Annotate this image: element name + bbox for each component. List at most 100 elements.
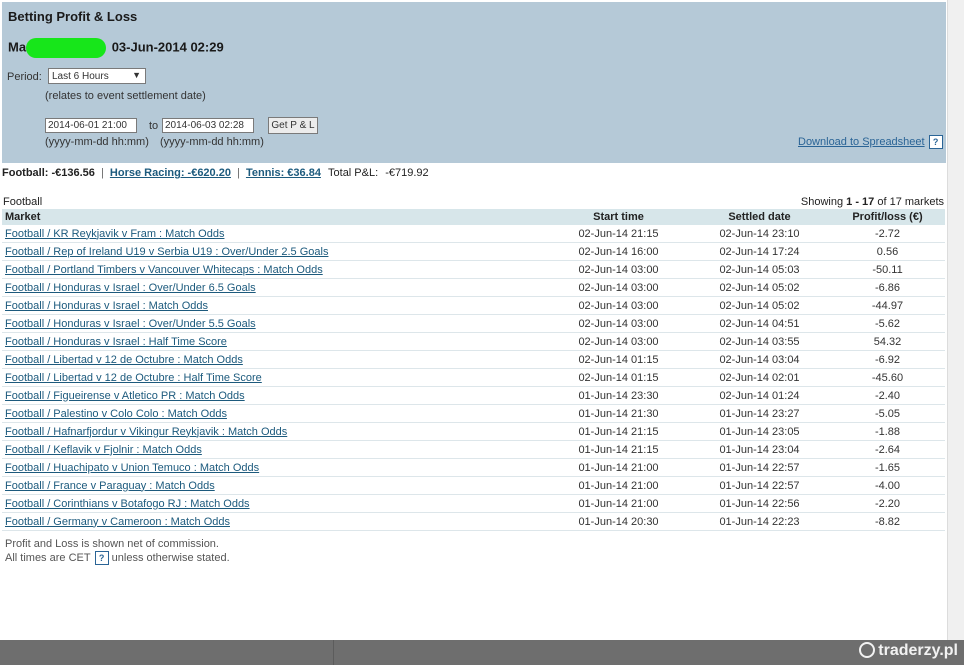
tennis-link[interactable]: Tennis: €36.84: [246, 167, 321, 179]
market-cell: Football / KR Reykjavik v Fram : Match O…: [2, 225, 548, 243]
page-title: Betting Profit & Loss: [8, 9, 138, 24]
table-row: Football / Germany v Cameroon : Match Od…: [2, 512, 945, 531]
start-time-cell: 01-Jun-14 21:00: [548, 458, 689, 477]
market-link[interactable]: Football / Rep of Ireland U19 v Serbia U…: [5, 246, 328, 258]
profit-loss-cell: -6.86: [830, 278, 945, 297]
market-link[interactable]: Football / Honduras v Israel : Match Odd…: [5, 300, 208, 312]
table-row: Football / Honduras v Israel : Over/Unde…: [2, 314, 945, 333]
market-cell: Football / Keflavik v Fjolnir : Match Od…: [2, 440, 548, 459]
settled-date-cell: 02-Jun-14 17:24: [689, 242, 830, 261]
column-header-profit-loss[interactable]: Profit/loss (€): [830, 209, 945, 225]
settled-date-cell: 01-Jun-14 22:57: [689, 458, 830, 477]
period-select-value: Last 6 Hours: [52, 71, 109, 82]
market-cell: Football / Palestino v Colo Colo : Match…: [2, 404, 548, 423]
start-time-cell: 02-Jun-14 01:15: [548, 368, 689, 387]
market-cell: Football / Germany v Cameroon : Match Od…: [2, 512, 548, 531]
market-link[interactable]: Football / France v Paraguay : Match Odd…: [5, 480, 215, 492]
profit-loss-cell: -50.11: [830, 260, 945, 279]
market-cell: Football / Honduras v Israel : Half Time…: [2, 332, 548, 351]
get-pl-button[interactable]: Get P & L: [268, 117, 318, 134]
download-label[interactable]: Download to Spreadsheet: [798, 136, 925, 148]
market-link[interactable]: Football / Honduras v Israel : Half Time…: [5, 336, 227, 348]
watermark-text: traderzy.pl: [878, 642, 958, 659]
to-label: to: [149, 120, 159, 132]
separator: |: [237, 167, 240, 179]
bar-divider: [333, 640, 334, 665]
profit-loss-cell: 54.32: [830, 332, 945, 351]
period-label: Period:: [7, 71, 42, 83]
from-date-input[interactable]: 2014-06-01 21:00: [45, 118, 137, 133]
market-link[interactable]: Football / Germany v Cameroon : Match Od…: [5, 516, 230, 528]
to-date-input[interactable]: 2014-06-03 02:28: [162, 118, 254, 133]
redaction-mark: [26, 38, 107, 58]
market-link[interactable]: Football / KR Reykjavik v Fram : Match O…: [5, 228, 224, 240]
to-format-hint: (yyyy-mm-dd hh:mm): [160, 136, 264, 148]
download-spreadsheet-link[interactable]: Download to Spreadsheet?: [798, 135, 943, 149]
settled-date-cell: 01-Jun-14 22:56: [689, 494, 830, 513]
horse-racing-link[interactable]: Horse Racing: -€620.20: [110, 167, 231, 179]
settled-date-cell: 02-Jun-14 04:51: [689, 314, 830, 333]
markets-table: Market Start time Settled date Profit/lo…: [2, 209, 945, 531]
table-row: Football / Portland Timbers v Vancouver …: [2, 260, 945, 279]
column-header-market[interactable]: Market: [2, 209, 548, 225]
showing-range: 1 - 17: [846, 196, 875, 208]
market-cell: Football / Honduras v Israel : Match Odd…: [2, 296, 548, 315]
start-time-cell: 01-Jun-14 20:30: [548, 512, 689, 531]
period-select[interactable]: Last 6 Hours ▼: [48, 68, 146, 84]
settled-date-cell: 01-Jun-14 23:04: [689, 440, 830, 459]
market-link[interactable]: Football / Honduras v Israel : Over/Unde…: [5, 318, 256, 330]
column-header-settled-date[interactable]: Settled date: [689, 209, 830, 225]
market-link[interactable]: Football / Corinthians v Botafogo RJ : M…: [5, 498, 250, 510]
market-link[interactable]: Football / Keflavik v Fjolnir : Match Od…: [5, 444, 202, 456]
market-cell: Football / Rep of Ireland U19 v Serbia U…: [2, 242, 548, 261]
settled-date-cell: 02-Jun-14 02:01: [689, 368, 830, 387]
market-cell: Football / Huachipato v Union Temuco : M…: [2, 458, 548, 477]
table-row: Football / Honduras v Israel : Over/Unde…: [2, 278, 945, 297]
table-row: Football / Huachipato v Union Temuco : M…: [2, 458, 945, 477]
profit-loss-cell: -2.40: [830, 386, 945, 405]
help-icon[interactable]: ?: [94, 551, 109, 565]
column-header-start-time[interactable]: Start time: [548, 209, 689, 225]
settled-date-cell: 02-Jun-14 05:03: [689, 260, 830, 279]
market-cell: Football / Libertad v 12 de Octubre : Ha…: [2, 368, 548, 387]
start-time-cell: 01-Jun-14 21:15: [548, 422, 689, 441]
pl-summary: Football: -€136.56 | Horse Racing: -€620…: [2, 167, 429, 179]
settled-date-cell: 02-Jun-14 23:10: [689, 225, 830, 243]
profit-loss-cell: -1.65: [830, 458, 945, 477]
start-time-cell: 01-Jun-14 21:15: [548, 440, 689, 459]
settled-date-cell: 01-Jun-14 22:57: [689, 476, 830, 495]
timezone-note-suffix: unless otherwise stated.: [111, 551, 230, 564]
filter-panel: Betting Profit & Loss Ma 03-Jun-2014 02:…: [2, 2, 946, 163]
showing-count: Showing 1 - 17 of 17 markets: [801, 196, 944, 208]
table-row: Football / Keflavik v Fjolnir : Match Od…: [2, 440, 945, 459]
table-row: Football / Libertad v 12 de Octubre : Ma…: [2, 350, 945, 369]
market-link[interactable]: Football / Figueirense v Atletico PR : M…: [5, 390, 245, 402]
start-time-cell: 02-Jun-14 03:00: [548, 260, 689, 279]
market-link[interactable]: Football / Libertad v 12 de Octubre : Ma…: [5, 354, 243, 366]
market-link[interactable]: Football / Honduras v Israel : Over/Unde…: [5, 282, 256, 294]
vertical-scrollbar[interactable]: [947, 0, 964, 640]
profit-loss-cell: -45.60: [830, 368, 945, 387]
market-link[interactable]: Football / Portland Timbers v Vancouver …: [5, 264, 323, 276]
market-link[interactable]: Football / Libertad v 12 de Octubre : Ha…: [5, 372, 262, 384]
market-cell: Football / France v Paraguay : Match Odd…: [2, 476, 548, 495]
table-row: Football / Honduras v Israel : Half Time…: [2, 332, 945, 351]
settled-date-cell: 02-Jun-14 03:04: [689, 350, 830, 369]
settled-date-cell: 02-Jun-14 01:24: [689, 386, 830, 405]
market-link[interactable]: Football / Hafnarfjordur v Vikingur Reyk…: [5, 426, 287, 438]
profit-loss-cell: 0.56: [830, 242, 945, 261]
start-time-cell: 02-Jun-14 16:00: [548, 242, 689, 261]
start-time-cell: 02-Jun-14 03:00: [548, 332, 689, 351]
start-time-cell: 01-Jun-14 21:00: [548, 494, 689, 513]
table-row: Football / KR Reykjavik v Fram : Match O…: [2, 225, 945, 243]
table-row: Football / Hafnarfjordur v Vikingur Reyk…: [2, 422, 945, 441]
start-time-cell: 01-Jun-14 23:30: [548, 386, 689, 405]
start-time-cell: 02-Jun-14 01:15: [548, 350, 689, 369]
market-link[interactable]: Football / Huachipato v Union Temuco : M…: [5, 462, 259, 474]
total-pl-value: -€719.92: [385, 167, 429, 179]
bottom-bar: traderzy.pl: [0, 640, 964, 665]
help-icon[interactable]: ?: [928, 135, 943, 149]
table-row: Football / Libertad v 12 de Octubre : Ha…: [2, 368, 945, 387]
table-header-row: Market Start time Settled date Profit/lo…: [2, 209, 945, 225]
market-link[interactable]: Football / Palestino v Colo Colo : Match…: [5, 408, 227, 420]
